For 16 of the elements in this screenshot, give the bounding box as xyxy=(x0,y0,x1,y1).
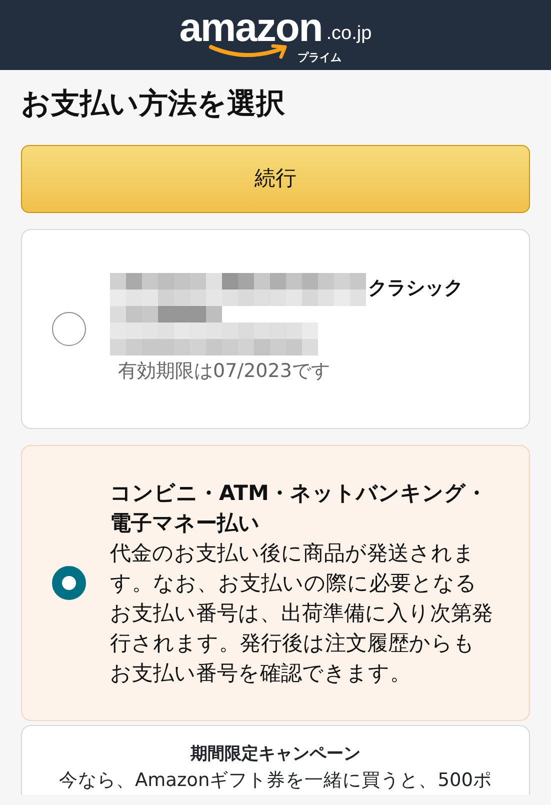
card-name: クラシック xyxy=(368,276,463,301)
payment-method-name: コンビニ・ATM・ネットバンキング・電子マネー払い xyxy=(110,480,488,537)
expiry-date: 有効期限は07/2023です xyxy=(118,358,331,384)
payment-option-card[interactable]: コンビニ・ATM・ネットバンキング・電子マネー払い 代金のお支払い後に商品が発送されます。なお、お支払いの際に必要となるお支払い番号は、出荷準備に入り次第発行されます。発行後は注文履歴からもお支払い番号を確認できます。 xyxy=(21,444,530,721)
campaign-text: 今なら、Amazonギフト券を一緒に買うと、500ポ xyxy=(58,769,494,794)
logo-text: amazon xyxy=(179,8,322,48)
radio-button[interactable] xyxy=(52,312,86,346)
page-title: お支払い方法を選択 xyxy=(21,86,286,121)
payment-description: 代金のお支払い後に商品が発送されます。なお、お支払いの際に必要となるお支払い番号は、出荷準備に入り次第発行されます。発行後は注文履歴からもお支払い番号を確認できます。 xyxy=(110,540,494,687)
continue-button[interactable]: 続行 xyxy=(21,144,530,213)
logo-domain: .co.jp xyxy=(326,22,372,46)
radio-button[interactable] xyxy=(52,566,86,600)
smile-arrow-icon xyxy=(209,44,290,60)
payment-option-card[interactable]: クラシック 有効期限は07/2023です xyxy=(21,228,530,429)
logo-tagline: プライム xyxy=(297,52,342,63)
campaign-title: 期間限定キャンペーン xyxy=(190,742,362,766)
